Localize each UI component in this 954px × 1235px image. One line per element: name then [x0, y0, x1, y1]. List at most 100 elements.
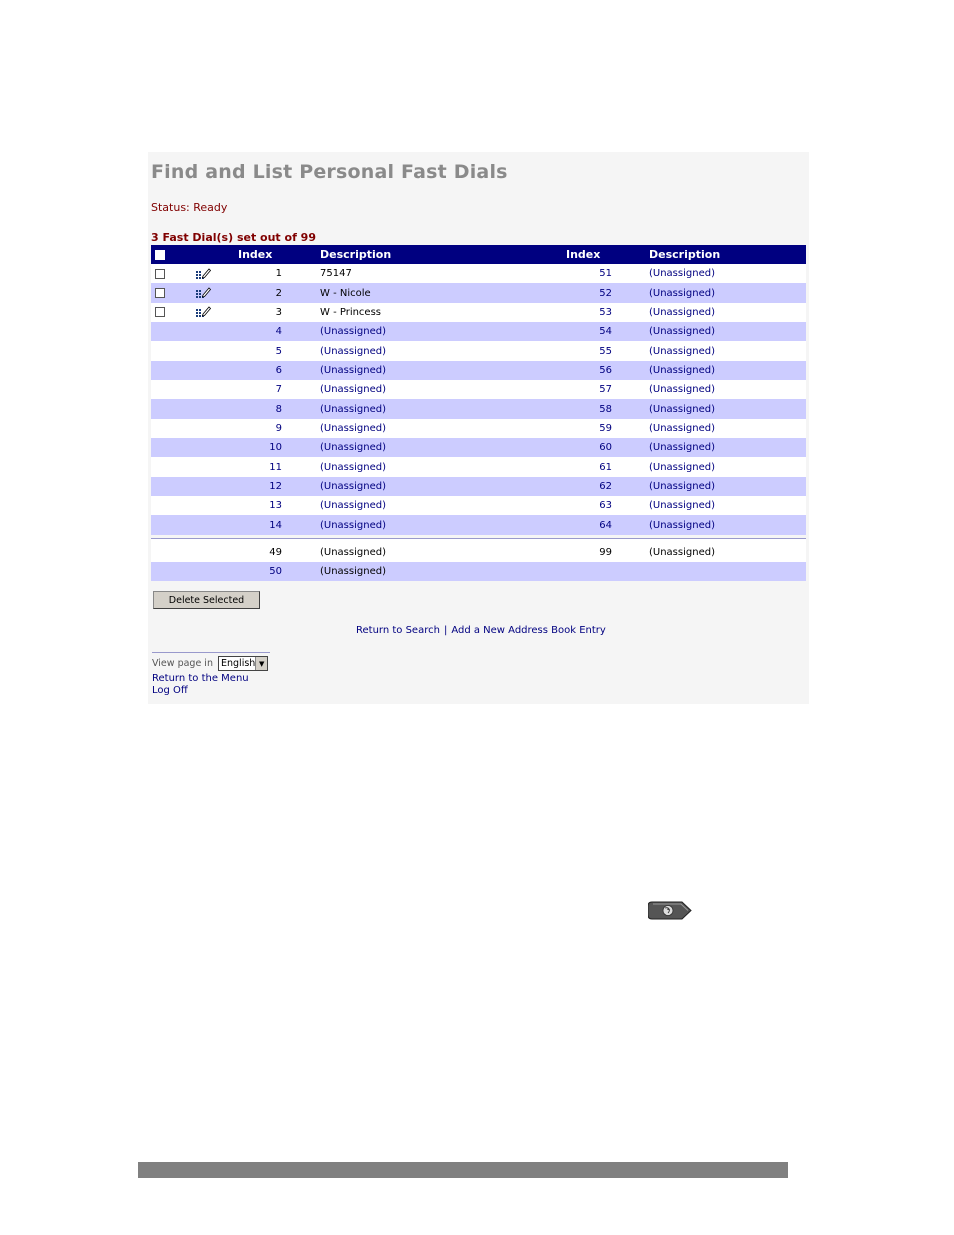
return-to-search-link[interactable]: Return to Search — [356, 625, 440, 636]
table-row: 2 W - Nicole 52 (Unassigned) — [151, 283, 806, 303]
edit-pencil-icon[interactable] — [195, 303, 211, 322]
description-cell[interactable]: (Unassigned) — [649, 515, 715, 534]
table-row: 4 (Unassigned) 54 (Unassigned) — [151, 322, 806, 342]
table-row: 3 W - Princess 53 (Unassigned) — [151, 302, 806, 323]
description-cell[interactable]: (Unassigned) — [649, 399, 715, 418]
footer-divider — [152, 652, 270, 653]
description-cell[interactable]: (Unassigned) — [649, 303, 715, 322]
index-cell[interactable]: 14 — [251, 515, 282, 534]
fast-dial-count: 3 Fast Dial(s) set out of 99 — [151, 231, 316, 244]
index-cell[interactable]: 9 — [251, 419, 282, 438]
index-cell[interactable]: 10 — [251, 438, 282, 457]
description-cell[interactable]: (Unassigned) — [320, 399, 386, 418]
index-cell[interactable]: 50 — [251, 562, 282, 581]
description-cell[interactable]: (Unassigned) — [320, 477, 386, 496]
description-cell[interactable]: (Unassigned) — [649, 543, 715, 562]
description-cell[interactable]: (Unassigned) — [320, 562, 386, 581]
index-cell[interactable]: 12 — [251, 477, 282, 496]
row-checkbox[interactable] — [155, 283, 165, 302]
row-checkbox[interactable] — [155, 264, 165, 283]
footer-bar — [138, 1162, 788, 1178]
description-cell[interactable]: (Unassigned) — [649, 361, 715, 380]
description-cell[interactable]: (Unassigned) — [649, 283, 715, 302]
table-row: 49 (Unassigned) 99 (Unassigned) — [151, 542, 806, 562]
index-cell[interactable]: 11 — [251, 457, 282, 476]
select-all-checkbox[interactable] — [155, 245, 165, 264]
table-row: 13 (Unassigned) 63 (Unassigned) — [151, 496, 806, 516]
log-off-link[interactable]: Log Off — [152, 685, 188, 696]
description-cell[interactable]: (Unassigned) — [649, 322, 715, 341]
index-cell[interactable]: 57 — [581, 380, 612, 399]
delete-selected-button[interactable]: Delete Selected — [153, 591, 260, 609]
description-cell[interactable]: (Unassigned) — [320, 419, 386, 438]
description-cell[interactable]: (Unassigned) — [649, 438, 715, 457]
index-cell[interactable]: 8 — [251, 399, 282, 418]
table-row: 1 75147 51 (Unassigned) — [151, 264, 806, 284]
index-cell[interactable]: 49 — [251, 543, 282, 562]
description-cell[interactable]: W - Princess — [320, 303, 381, 322]
index-cell[interactable]: 64 — [581, 515, 612, 534]
index-cell[interactable]: 99 — [581, 543, 612, 562]
description-cell[interactable]: (Unassigned) — [320, 543, 386, 562]
action-links: Return to Search | Add a New Address Book … — [356, 625, 606, 636]
table-row: 5 (Unassigned) 55 (Unassigned) — [151, 341, 806, 361]
table-row: 14 (Unassigned) 64 (Unassigned) — [151, 515, 806, 535]
description-cell[interactable]: (Unassigned) — [649, 380, 715, 399]
description-cell[interactable]: (Unassigned) — [320, 322, 386, 341]
index-cell[interactable]: 7 — [251, 380, 282, 399]
edit-pencil-icon[interactable] — [195, 264, 211, 283]
description-cell[interactable]: (Unassigned) — [649, 477, 715, 496]
index-cell[interactable]: 4 — [251, 322, 282, 341]
row-checkbox[interactable] — [155, 303, 165, 322]
table-row: 7 (Unassigned) 57 (Unassigned) — [151, 380, 806, 400]
description-cell[interactable]: W - Nicole — [320, 283, 371, 302]
description-cell[interactable]: (Unassigned) — [649, 496, 715, 515]
table-header: Index Description Index Description — [151, 245, 806, 264]
header-index-1: Index — [238, 248, 273, 261]
index-cell[interactable]: 59 — [581, 419, 612, 438]
link-divider: | — [443, 625, 448, 636]
index-cell[interactable]: 5 — [251, 341, 282, 360]
index-cell[interactable]: 55 — [581, 341, 612, 360]
index-cell[interactable]: 13 — [251, 496, 282, 515]
description-cell[interactable]: (Unassigned) — [320, 361, 386, 380]
page-title: Find and List Personal Fast Dials — [151, 161, 508, 183]
index-cell[interactable] — [581, 562, 612, 581]
index-cell[interactable]: 51 — [581, 264, 612, 283]
add-address-book-entry-link[interactable]: Add a New Address Book Entry — [451, 625, 606, 636]
index-cell[interactable]: 54 — [581, 322, 612, 341]
description-cell[interactable]: (Unassigned) — [320, 496, 386, 515]
table-row: 10 (Unassigned) 60 (Unassigned) — [151, 438, 806, 458]
language-value: English — [221, 658, 256, 669]
view-page-label: View page in — [152, 658, 213, 669]
language-select[interactable]: English ▼ — [218, 656, 268, 671]
description-cell[interactable]: (Unassigned) — [320, 341, 386, 360]
description-cell[interactable]: (Unassigned) — [320, 438, 386, 457]
description-cell[interactable]: (Unassigned) — [649, 419, 715, 438]
description-cell[interactable]: (Unassigned) — [649, 457, 715, 476]
index-cell[interactable]: 63 — [581, 496, 612, 515]
index-cell[interactable]: 53 — [581, 303, 612, 322]
description-cell[interactable]: (Unassigned) — [320, 380, 386, 399]
table-row: 6 (Unassigned) 56 (Unassigned) — [151, 360, 806, 381]
index-cell[interactable]: 61 — [581, 457, 612, 476]
index-cell[interactable]: 6 — [251, 361, 282, 380]
description-cell[interactable]: (Unassigned) — [320, 457, 386, 476]
description-cell[interactable]: 75147 — [320, 264, 352, 283]
index-cell[interactable]: 56 — [581, 361, 612, 380]
description-cell[interactable]: (Unassigned) — [320, 515, 386, 534]
index-cell[interactable]: 58 — [581, 399, 612, 418]
description-cell[interactable]: (Unassigned) — [649, 264, 715, 283]
table-body: 1 75147 51 (Unassigned) 2 W - Nicole 52 (Unassi… — [151, 264, 806, 535]
index-cell[interactable]: 52 — [581, 283, 612, 302]
description-cell[interactable]: (Unassigned) — [649, 341, 715, 360]
index-cell[interactable]: 62 — [581, 477, 612, 496]
edit-pencil-icon[interactable] — [195, 283, 211, 302]
table-row: 50 (Unassigned) — [151, 561, 806, 581]
globe-button-icon — [648, 901, 692, 920]
return-to-menu-link[interactable]: Return to the Menu — [152, 673, 249, 684]
index-cell[interactable]: 60 — [581, 438, 612, 457]
header-description-2: Description — [649, 248, 721, 261]
table-row: 8 (Unassigned) 58 (Unassigned) — [151, 399, 806, 419]
table-row: 11 (Unassigned) 61 (Unassigned) — [151, 457, 806, 477]
